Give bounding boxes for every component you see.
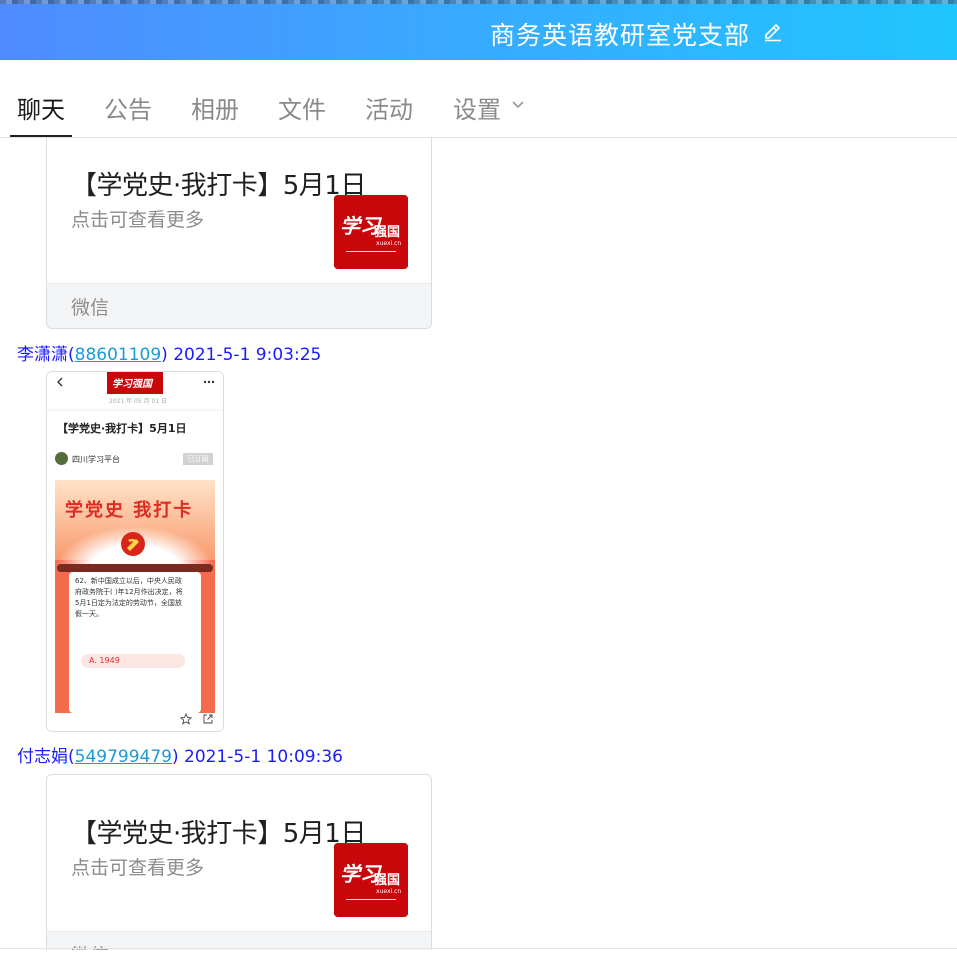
card-subtitle: 点击可查看更多 xyxy=(71,209,205,231)
message-time: 2021-5-1 9:03:25 xyxy=(173,345,322,365)
tab-activities[interactable]: 活动 xyxy=(365,90,413,125)
card-subtitle: 点击可查看更多 xyxy=(71,857,205,879)
image-headline: 【学党史·我打卡】5月1日 xyxy=(57,422,187,435)
title-bar-strip xyxy=(0,0,957,4)
star-icon[interactable] xyxy=(180,713,192,725)
svg-text:强国: 强国 xyxy=(374,873,400,888)
svg-text:xuexi.cn: xuexi.cn xyxy=(376,240,401,247)
card-source: 微信 xyxy=(71,297,110,319)
sender-name: 付志娟 xyxy=(17,747,68,767)
image-message[interactable]: 学习强国 2021 年 05 月 01 日 【学党史·我打卡】5月1日 四川学习… xyxy=(46,371,224,732)
party-emblem-icon xyxy=(121,532,145,556)
svg-text:学习强国: 学习强国 xyxy=(112,378,154,390)
sender-name: 李潇潇 xyxy=(17,345,68,365)
chevron-down-icon[interactable] xyxy=(511,100,525,110)
pencil-icon[interactable] xyxy=(762,21,784,43)
svg-text:xuexi.cn: xuexi.cn xyxy=(376,888,401,895)
open-external-icon[interactable] xyxy=(202,713,214,725)
quiz-question: 62、新中国成立以后，中央人民政府政务院于( )年12月作出决定，将5月1日定为… xyxy=(75,577,183,618)
share-card[interactable]: 【学党史·我打卡】5月1日 点击可查看更多 学习 强国 xuexi.cn 微信 xyxy=(46,774,432,950)
tab-announcements[interactable]: 公告 xyxy=(104,90,152,125)
publisher-avatar xyxy=(55,452,68,465)
publisher-name: 四川学习平台 xyxy=(72,455,120,464)
tab-settings[interactable]: 设置 xyxy=(453,90,501,125)
sender-qq-link[interactable]: 549799479 xyxy=(75,747,172,767)
banner-text: 学党史 我打卡 xyxy=(65,500,194,521)
tab-album[interactable]: 相册 xyxy=(191,90,239,125)
image-date: 2021 年 05 月 01 日 xyxy=(109,398,168,405)
svg-text:强国: 强国 xyxy=(374,225,400,240)
card-footer: 微信 xyxy=(47,283,431,328)
tab-bar: 聊天 公告 相册 文件 活动 设置 xyxy=(0,60,957,138)
divider xyxy=(0,948,957,949)
message-meta: 付志娟(549799479) 2021-5-1 10:09:36 xyxy=(17,747,343,767)
xuexi-qiangguo-logo: 学习 强国 xuexi.cn xyxy=(334,843,408,917)
tab-files[interactable]: 文件 xyxy=(278,90,326,125)
share-card[interactable]: 【学党史·我打卡】5月1日 点击可查看更多 学习 强国 xuexi.cn 微信 xyxy=(46,138,432,329)
group-title: 商务英语教研室党支部 xyxy=(490,21,751,50)
sender-qq-link[interactable]: 88601109 xyxy=(75,345,162,365)
card-title: 【学党史·我打卡】5月1日 xyxy=(71,171,366,201)
chat-area[interactable]: 【学党史·我打卡】5月1日 点击可查看更多 学习 强国 xuexi.cn 微信 … xyxy=(0,138,957,950)
quiz-option: A. 1949 xyxy=(81,654,185,668)
message-time: 2021-5-1 10:09:36 xyxy=(184,747,343,767)
message-meta: 李潇潇(88601109) 2021-5-1 9:03:25 xyxy=(17,345,322,365)
subscribe-badge: 已订阅 xyxy=(183,453,213,465)
tab-chat[interactable]: 聊天 xyxy=(17,90,65,125)
banner-image: 学党史 我打卡 62、新中国成立以后，中央人民政府政务院于( )年12月作出决定… xyxy=(55,480,215,713)
active-tab-indicator xyxy=(10,135,72,137)
window-header: 商务英语教研室党支部 xyxy=(0,0,957,60)
xuexi-qiangguo-logo: 学习 强国 xuexi.cn xyxy=(334,195,408,269)
card-title: 【学党史·我打卡】5月1日 xyxy=(71,819,366,849)
